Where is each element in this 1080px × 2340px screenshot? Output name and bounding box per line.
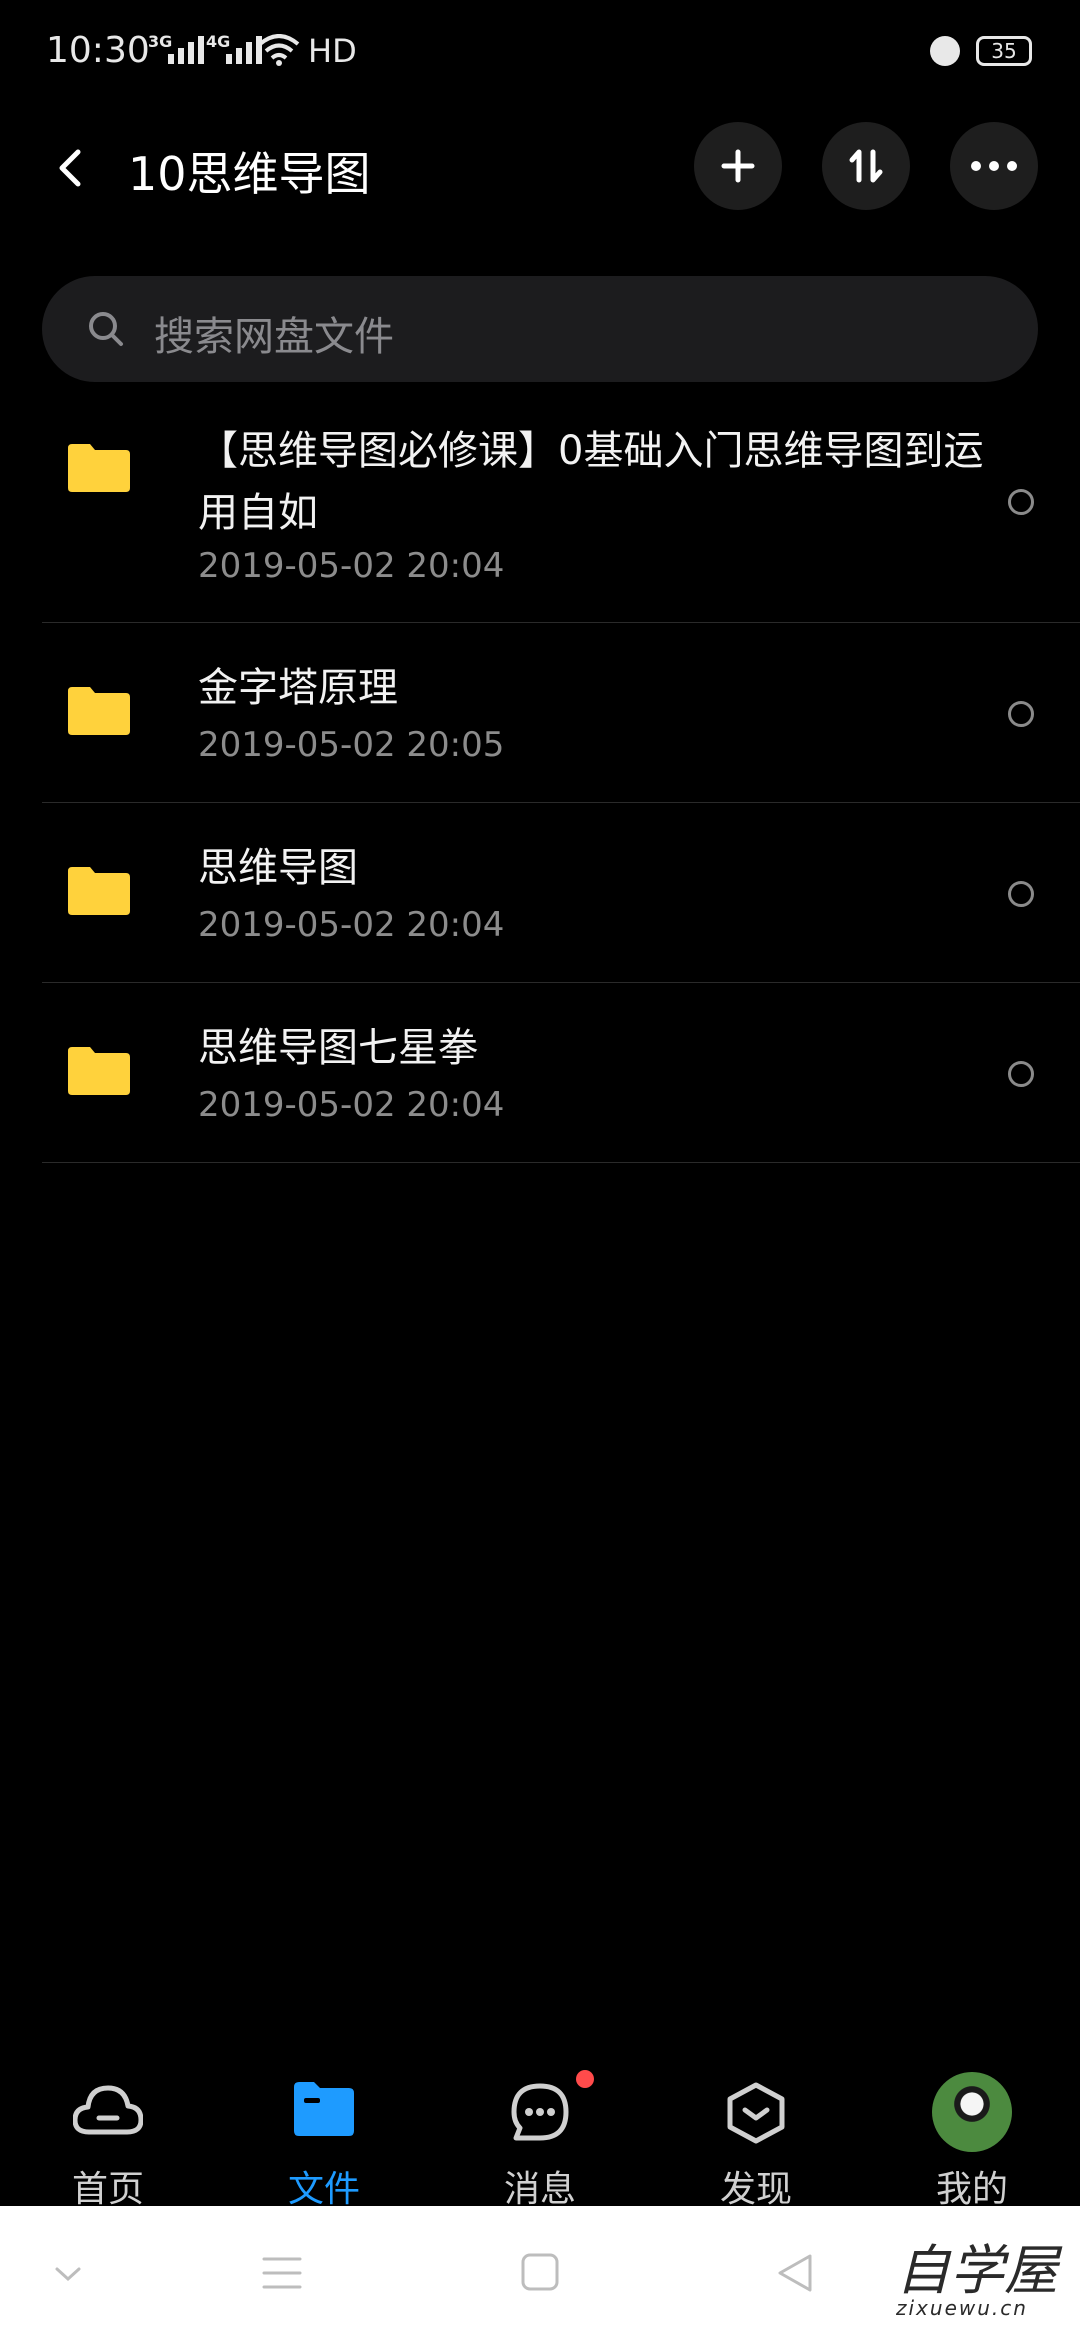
cloud-icon: [73, 2085, 143, 2135]
folder-icon: [68, 687, 130, 735]
folder-icon: [294, 2082, 354, 2136]
tab-label: 我的: [935, 2169, 1008, 2210]
status-time: 10:30: [46, 30, 150, 71]
list-item[interactable]: 思维导图 2019-05-02 20:04: [42, 803, 1080, 983]
bottom-tab-bar: 首页 文件 消息 发现 我的: [0, 2070, 1080, 2210]
more-button[interactable]: [950, 122, 1038, 210]
more-icon: [971, 161, 1017, 171]
chat-icon: [511, 2083, 569, 2141]
tab-messages[interactable]: 消息: [470, 2070, 610, 2210]
alarm-icon: [930, 36, 960, 66]
folder-icon: [68, 444, 130, 492]
battery-icon: 35: [976, 36, 1032, 66]
search-placeholder: 搜索网盘文件: [154, 314, 394, 360]
avatar: [932, 2072, 1012, 2152]
sort-button[interactable]: [822, 122, 910, 210]
select-radio[interactable]: [1008, 881, 1034, 907]
tab-files[interactable]: 文件: [254, 2070, 394, 2210]
back-key-icon[interactable]: [776, 2252, 814, 2294]
signal-icon-2: [226, 36, 262, 64]
list-item[interactable]: 金字塔原理 2019-05-02 20:05: [42, 623, 1080, 803]
tab-discover[interactable]: 发现: [686, 2070, 826, 2210]
tab-label: 消息: [503, 2169, 576, 2210]
file-name: 【思维导图必修课】0基础入门思维导图到运用自如: [198, 428, 984, 536]
status-bar: 10:30 3G 4G HD 35: [0, 0, 1080, 110]
signal-icon-1: [168, 36, 204, 64]
file-name: 思维导图七星拳: [198, 1025, 478, 1071]
tab-label: 首页: [71, 2169, 144, 2210]
folder-icon: [68, 867, 130, 915]
list-item[interactable]: 【思维导图必修课】0基础入门思维导图到运用自如 2019-05-02 20:04: [42, 400, 1080, 623]
tab-label: 发现: [719, 2169, 792, 2210]
select-radio[interactable]: [1008, 489, 1034, 515]
select-radio[interactable]: [1008, 701, 1034, 727]
chevron-down-icon[interactable]: [54, 2266, 82, 2282]
search-icon: [89, 312, 123, 346]
page-title: 10思维导图: [128, 147, 371, 201]
sort-icon: [849, 149, 883, 183]
tab-profile[interactable]: 我的: [902, 2070, 1042, 2210]
back-icon[interactable]: [50, 146, 94, 190]
menu-icon[interactable]: [262, 2256, 302, 2290]
wifi-icon: [258, 34, 300, 66]
file-date: 2019-05-02 20:05: [198, 725, 505, 765]
add-button[interactable]: [694, 122, 782, 210]
watermark-logo: 自学屋: [896, 2239, 1058, 2302]
file-list: 【思维导图必修课】0基础入门思维导图到运用自如 2019-05-02 20:04…: [0, 400, 1080, 1163]
home-key-icon[interactable]: [520, 2252, 560, 2292]
file-date: 2019-05-02 20:04: [198, 905, 505, 945]
folder-icon: [68, 1047, 130, 1095]
file-name: 金字塔原理: [198, 665, 398, 711]
discover-icon: [727, 2082, 785, 2144]
header: 10思维导图: [0, 118, 1080, 218]
file-date: 2019-05-02 20:04: [198, 1085, 505, 1125]
system-navigation-bar: 自学屋 zixuewu.cn: [0, 2206, 1080, 2340]
plus-icon: [721, 149, 755, 183]
notification-badge: [576, 2070, 594, 2088]
hd-indicator: HD: [308, 32, 357, 70]
search-bar[interactable]: 搜索网盘文件: [42, 276, 1038, 382]
file-name: 思维导图: [198, 845, 358, 891]
watermark-url: zixuewu.cn: [896, 2296, 1028, 2320]
select-radio[interactable]: [1008, 1061, 1034, 1087]
list-item[interactable]: 思维导图七星拳 2019-05-02 20:04: [42, 983, 1080, 1163]
tab-home[interactable]: 首页: [38, 2070, 178, 2210]
tab-label: 文件: [287, 2169, 360, 2210]
file-date: 2019-05-02 20:04: [198, 546, 505, 586]
